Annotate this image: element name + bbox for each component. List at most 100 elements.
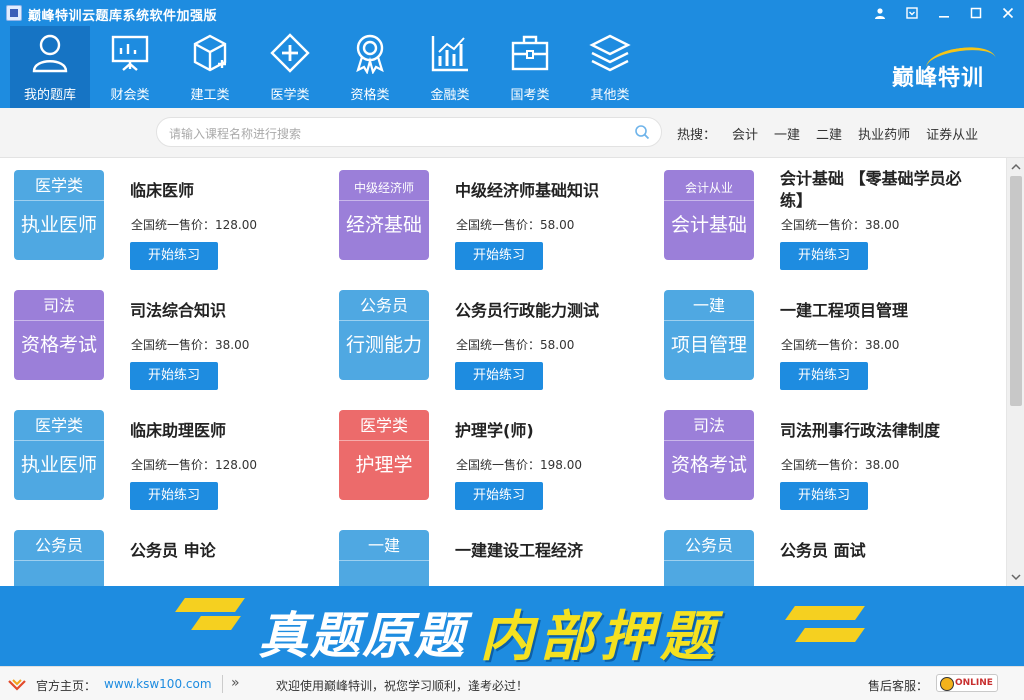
badge-divider bbox=[339, 560, 429, 561]
course-card[interactable]: 司法 资格考试 司法综合知识 全国统一售价：38.00 开始练习 bbox=[0, 278, 320, 390]
course-card[interactable]: 一建 一建建设工程经济 bbox=[325, 518, 645, 586]
start-practice-button[interactable]: 开始练习 bbox=[130, 482, 218, 510]
nav-item-construction[interactable]: 建工类 bbox=[170, 26, 250, 108]
title-bar: 巅峰特训云题库系统软件加强版 bbox=[0, 0, 1024, 26]
service-label: 售后客服： bbox=[868, 679, 929, 693]
badge-subject: 护理学 bbox=[355, 454, 413, 476]
start-practice-button[interactable]: 开始练习 bbox=[780, 242, 868, 270]
start-practice-button[interactable]: 开始练习 bbox=[780, 362, 868, 390]
course-card[interactable]: 公务员 行测能力 公务员行政能力测试 全国统一售价：58.00 开始练习 bbox=[325, 278, 645, 390]
account-icon[interactable] bbox=[864, 0, 896, 26]
status-bar: 官方主页： www.ksw100.com » 欢迎使用巅峰特训，祝您学习顺利，逢… bbox=[0, 666, 1024, 700]
course-price: 全国统一售价：198.00 bbox=[456, 458, 582, 472]
user-icon bbox=[32, 34, 68, 73]
logo-text: 巅峰特训 bbox=[892, 65, 985, 91]
nav-item-label: 资格类 bbox=[350, 88, 390, 103]
nav-item-finance[interactable]: 金融类 bbox=[410, 26, 490, 108]
course-card[interactable]: 司法 资格考试 司法刑事行政法律制度 全国统一售价：38.00 开始练习 bbox=[650, 398, 970, 510]
start-practice-button[interactable]: 开始练习 bbox=[455, 362, 543, 390]
category-nav: 我的题库 财会类 建工类 医学类 资格类 金融类 国考类 其他类 巅峰特训 bbox=[0, 26, 1024, 108]
hot-search-item[interactable]: 证券从业 bbox=[926, 124, 978, 143]
badge-category: 公务员 bbox=[359, 296, 408, 315]
course-badge: 一建 bbox=[339, 530, 429, 586]
start-practice-button[interactable]: 开始练习 bbox=[455, 482, 543, 510]
nav-item-other[interactable]: 其他类 bbox=[570, 26, 650, 108]
course-grid: 医学类 执业医师 临床医师 全国统一售价：128.00 开始练习 中级经济师 经… bbox=[0, 158, 1006, 586]
course-title: 司法刑事行政法律制度 bbox=[780, 421, 941, 440]
banner-stripe bbox=[785, 606, 865, 620]
start-practice-button[interactable]: 开始练习 bbox=[780, 482, 868, 510]
course-card[interactable]: 医学类 护理学 护理学(师) 全国统一售价：198.00 开始练习 bbox=[325, 398, 645, 510]
hot-search-item[interactable]: 二建 bbox=[816, 124, 842, 143]
course-title: 中级经济师基础知识 bbox=[455, 181, 600, 200]
nav-item-label: 财会类 bbox=[110, 88, 150, 103]
start-practice-button[interactable]: 开始练习 bbox=[130, 242, 218, 270]
course-price: 全国统一售价：38.00 bbox=[781, 338, 900, 352]
online-service-button[interactable]: ONLINE bbox=[936, 674, 998, 692]
banner-stripe bbox=[175, 598, 245, 612]
course-badge: 医学类 护理学 bbox=[339, 410, 429, 500]
nav-item-my-library[interactable]: 我的题库 bbox=[10, 26, 90, 108]
search-placeholder: 请输入课程名称进行搜索 bbox=[169, 127, 302, 141]
badge-divider bbox=[14, 440, 104, 441]
scroll-up-icon[interactable] bbox=[1011, 162, 1021, 172]
search-input[interactable]: 请输入课程名称进行搜索 bbox=[156, 117, 662, 147]
nav-item-label: 其他类 bbox=[590, 88, 630, 103]
course-title: 公务员 面试 bbox=[780, 541, 866, 560]
course-card[interactable]: 中级经济师 经济基础 中级经济师基础知识 全国统一售价：58.00 开始练习 bbox=[325, 158, 645, 270]
course-title: 会计基础 【零基础学员必练】 bbox=[780, 169, 962, 210]
start-practice-button[interactable]: 开始练习 bbox=[130, 362, 218, 390]
course-card[interactable]: 医学类 执业医师 临床医师 全国统一售价：128.00 开始练习 bbox=[0, 158, 320, 270]
vertical-scrollbar[interactable] bbox=[1006, 158, 1024, 586]
maximize-icon[interactable] bbox=[960, 0, 992, 26]
hot-search-label: 热搜： bbox=[677, 128, 717, 143]
double-chevron-icon: » bbox=[231, 675, 240, 691]
course-price: 全国统一售价：58.00 bbox=[456, 218, 575, 232]
course-card[interactable]: 公务员 公务员 面试 bbox=[650, 518, 970, 586]
course-card[interactable]: 公务员 公务员 申论 bbox=[0, 518, 320, 586]
badge-category: 一建 bbox=[367, 536, 400, 555]
course-card[interactable]: 会计从业 会计基础 会计基础 【零基础学员必练】 全国统一售价：38.00 开始… bbox=[650, 158, 970, 270]
course-badge: 公务员 bbox=[664, 530, 754, 586]
hot-search: 热搜： 会计 一建 二建 执业药师 证券从业 bbox=[677, 124, 994, 143]
menu-icon[interactable] bbox=[896, 0, 928, 26]
course-price: 全国统一售价：128.00 bbox=[131, 458, 257, 472]
minimize-icon[interactable] bbox=[928, 0, 960, 26]
nav-item-qualification[interactable]: 资格类 bbox=[330, 26, 410, 108]
nav-item-medical[interactable]: 医学类 bbox=[250, 26, 330, 108]
scrollbar-thumb[interactable] bbox=[1010, 176, 1022, 406]
banner-text-yellow: 内部押题 bbox=[480, 604, 720, 666]
nav-item-accounting[interactable]: 财会类 bbox=[90, 26, 170, 108]
badge-category: 会计从业 bbox=[684, 181, 733, 195]
badge-category: 公务员 bbox=[34, 536, 83, 555]
hot-search-item[interactable]: 会计 bbox=[732, 124, 758, 143]
promo-banner[interactable]: 真题原题 内部押题 bbox=[0, 586, 1024, 666]
bar-chart-icon bbox=[431, 36, 468, 72]
nav-item-civil-service[interactable]: 国考类 bbox=[490, 26, 570, 108]
home-url-link[interactable]: www.ksw100.com bbox=[104, 677, 212, 691]
start-practice-button[interactable]: 开始练习 bbox=[455, 242, 543, 270]
badge-divider bbox=[14, 200, 104, 201]
banner-stripe bbox=[795, 628, 865, 642]
course-price: 全国统一售价：38.00 bbox=[131, 338, 250, 352]
course-badge: 一建 项目管理 bbox=[664, 290, 754, 380]
home-label: 官方主页： bbox=[36, 679, 97, 693]
course-card[interactable]: 一建 项目管理 一建工程项目管理 全国统一售价：38.00 开始练习 bbox=[650, 278, 970, 390]
hot-search-item[interactable]: 一建 bbox=[774, 124, 800, 143]
nav-item-label: 医学类 bbox=[270, 88, 310, 103]
course-title: 公务员行政能力测试 bbox=[455, 301, 600, 320]
close-icon[interactable] bbox=[992, 0, 1024, 26]
course-title: 临床助理医师 bbox=[130, 421, 227, 440]
window-controls bbox=[864, 0, 1024, 26]
badge-category: 医学类 bbox=[34, 176, 83, 195]
hot-search-item[interactable]: 执业药师 bbox=[858, 124, 910, 143]
badge-divider bbox=[664, 560, 754, 561]
welcome-message: 欢迎使用巅峰特训，祝您学习顺利，逢考必过！ bbox=[276, 679, 529, 693]
course-card[interactable]: 医学类 执业医师 临床助理医师 全国统一售价：128.00 开始练习 bbox=[0, 398, 320, 510]
window-title: 巅峰特训云题库系统软件加强版 bbox=[28, 9, 218, 24]
badge-subject: 资格考试 bbox=[20, 334, 97, 356]
search-icon[interactable] bbox=[634, 124, 650, 140]
layers-icon bbox=[589, 34, 631, 72]
scroll-down-icon[interactable] bbox=[1011, 572, 1021, 582]
course-badge: 医学类 执业医师 bbox=[14, 170, 104, 260]
